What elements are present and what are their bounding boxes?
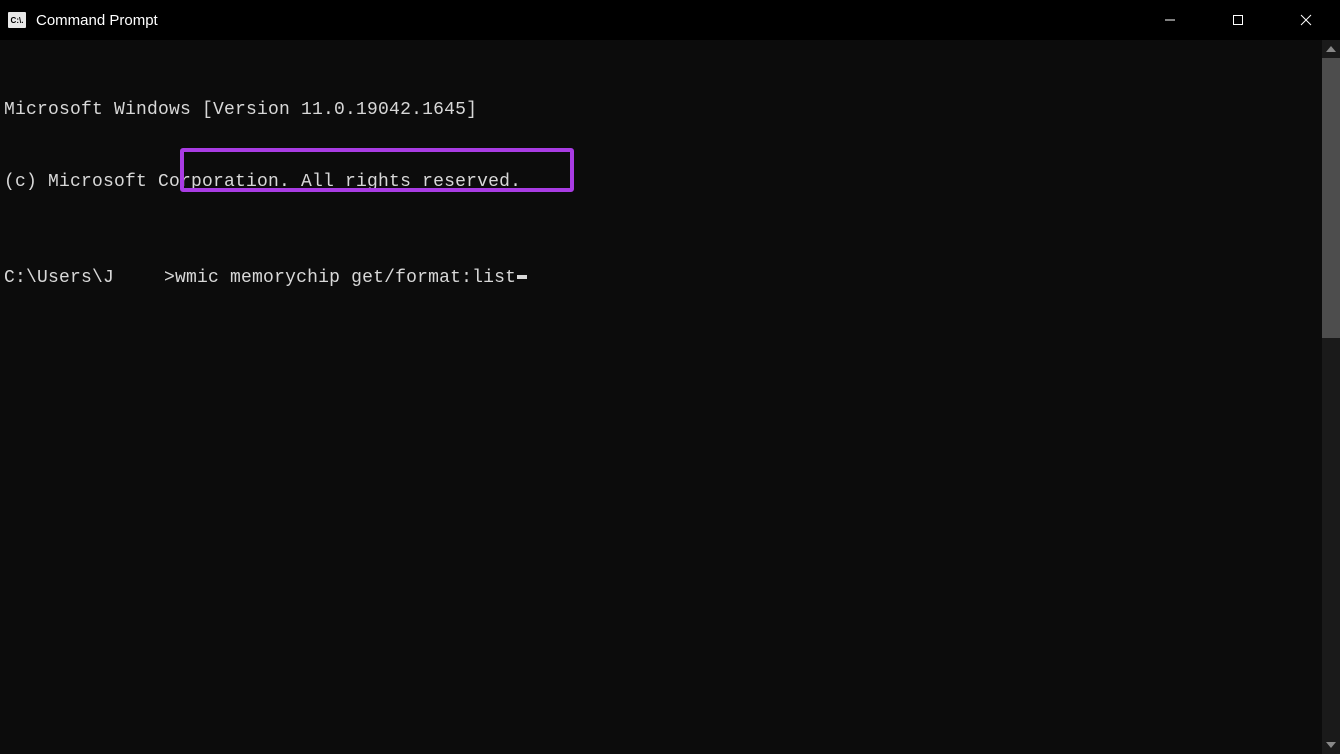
titlebar: C:\. Command Prompt — [0, 0, 1340, 40]
scrollbar[interactable] — [1322, 40, 1340, 754]
minimize-button[interactable] — [1136, 0, 1204, 40]
version-line: Microsoft Windows [Version 11.0.19042.16… — [4, 98, 1336, 122]
maximize-button[interactable] — [1204, 0, 1272, 40]
terminal-area[interactable]: Microsoft Windows [Version 11.0.19042.16… — [0, 40, 1340, 348]
titlebar-left: C:\. Command Prompt — [8, 12, 158, 29]
cmd-icon: C:\. — [8, 12, 26, 28]
cursor — [517, 275, 527, 279]
scroll-down-icon[interactable] — [1322, 736, 1340, 754]
close-button[interactable] — [1272, 0, 1340, 40]
prompt-arrow: > — [164, 266, 175, 290]
scrollbar-thumb[interactable] — [1322, 58, 1340, 338]
scroll-up-icon[interactable] — [1322, 40, 1340, 58]
titlebar-controls — [1136, 0, 1340, 40]
prompt-path: C:\Users\J — [4, 266, 114, 290]
window-title: Command Prompt — [36, 12, 158, 29]
command-input[interactable]: wmic memorychip get/format:list — [175, 266, 516, 290]
copyright-line: (c) Microsoft Corporation. All rights re… — [4, 170, 1336, 194]
prompt-row: C:\Users\J >wmic memorychip get/format:li… — [4, 266, 1336, 290]
